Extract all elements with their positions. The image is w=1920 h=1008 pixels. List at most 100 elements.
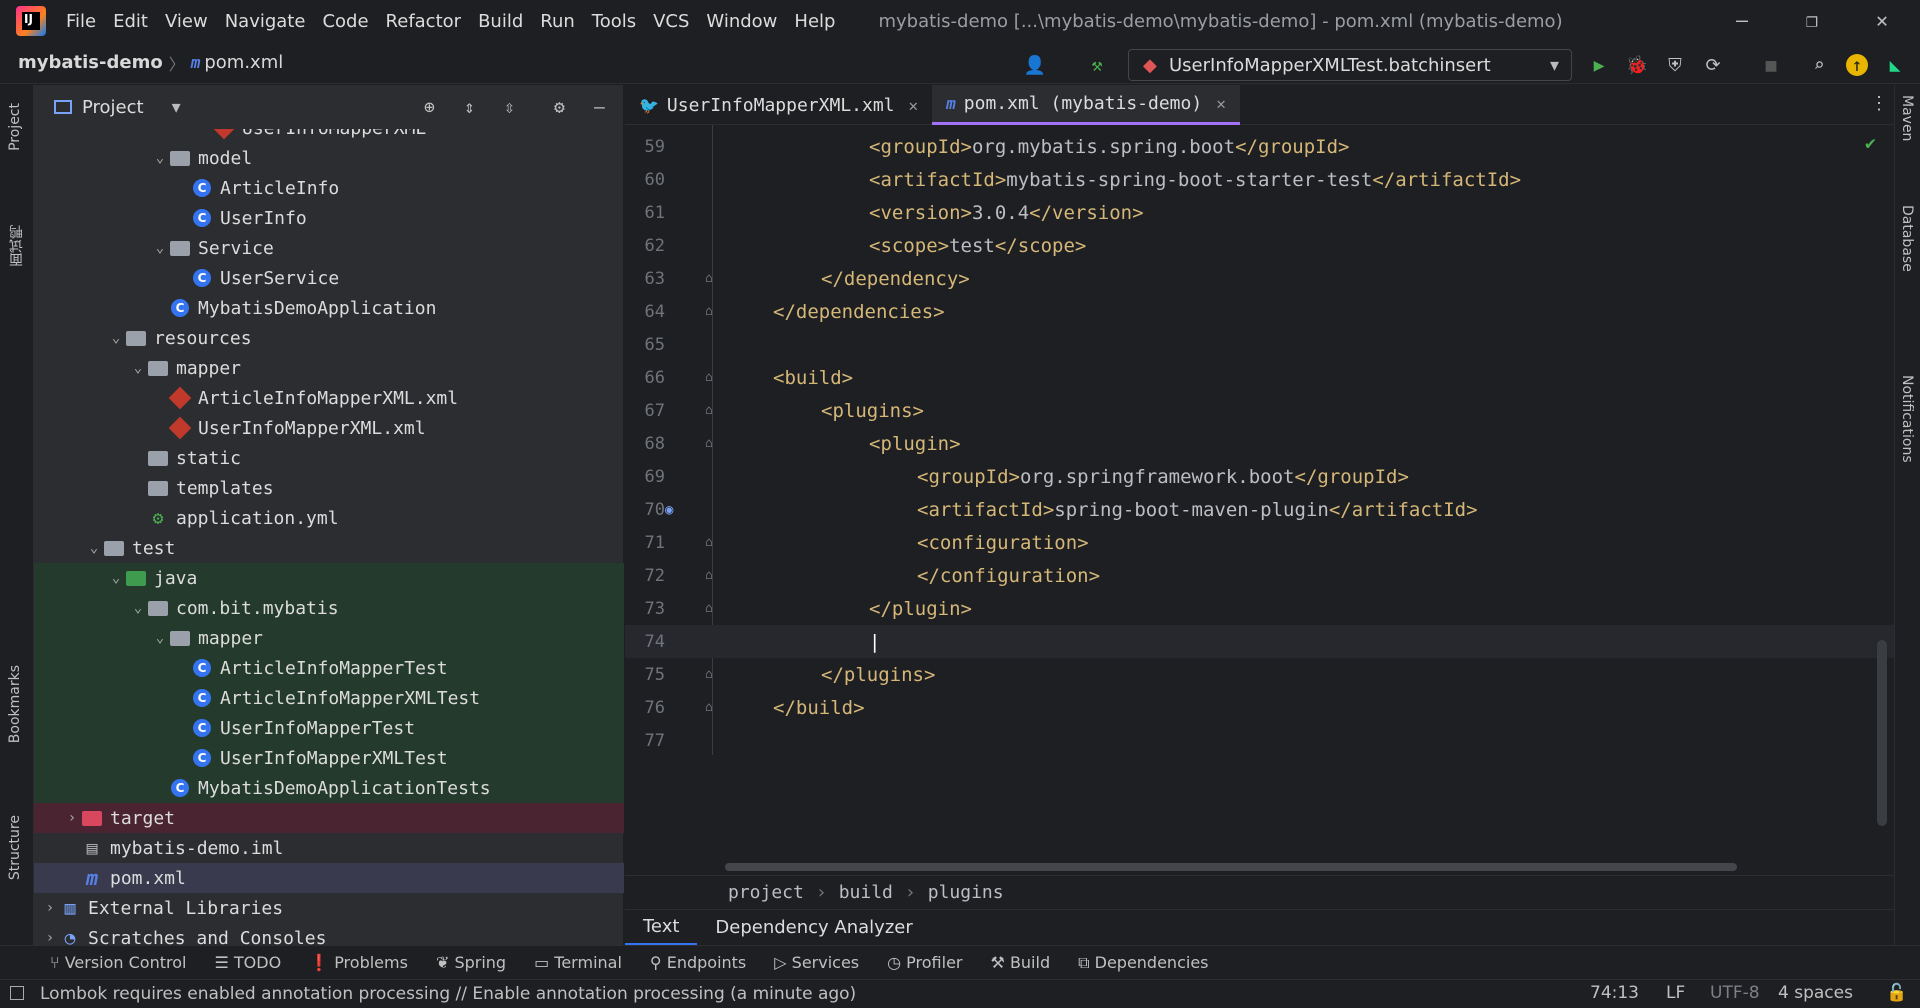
tree-row[interactable]: C ArticleInfo (34, 173, 624, 203)
breadcrumb-item[interactable]: plugins (928, 882, 1004, 903)
indent-setting[interactable]: 4 spaces (1778, 983, 1853, 1003)
tree-row[interactable]: › target (34, 803, 624, 833)
fold-marker-icon[interactable]: ⌂ (705, 535, 713, 550)
breadcrumb-project[interactable]: mybatis-demo (18, 52, 163, 73)
tree-row[interactable]: C UserInfoMapperTest (34, 713, 624, 743)
caret-position[interactable]: 74:13 (1590, 983, 1639, 1003)
project-panel-title[interactable]: Project (82, 97, 144, 118)
run-configuration-selector[interactable]: UserInfoMapperXMLTest.batchinsert ▾ ◆ (1128, 49, 1572, 81)
tree-row[interactable]: ⌄ Service (34, 233, 624, 263)
gutter-run-icon[interactable]: ◉ (665, 502, 673, 518)
menu-window[interactable]: Window (706, 11, 777, 32)
gear-icon[interactable]: ⚙ (554, 97, 565, 118)
tree-row[interactable]: ⚙ application.yml (34, 503, 624, 533)
breadcrumb-item[interactable]: build (839, 882, 893, 903)
tool-window-button[interactable]: ⚲ Endpoints (650, 953, 746, 972)
menu-refactor[interactable]: Refactor (386, 11, 462, 32)
expand-arrow-icon[interactable]: ⌄ (84, 540, 104, 556)
tree-row[interactable]: ⌄ java (34, 563, 624, 593)
tool-window-button[interactable]: ⧉ Dependencies (1078, 953, 1208, 973)
horizontal-scrollbar[interactable] (725, 863, 1737, 871)
collapse-all-icon[interactable]: ⇳ (504, 97, 515, 118)
expand-arrow-icon[interactable]: › (40, 930, 60, 945)
tool-window-button[interactable]: ▷ Services (774, 953, 859, 972)
tree-row[interactable]: › ◔ Scratches and Consoles (34, 923, 624, 946)
more-tabs-icon[interactable]: ⋮ (1870, 93, 1888, 114)
tree-row[interactable]: C ArticleInfoMapperTest (34, 653, 624, 683)
tree-row[interactable]: UserInfoMapperXML.xml (34, 413, 624, 443)
expand-arrow-icon[interactable]: ⌄ (150, 150, 170, 166)
fold-marker-icon[interactable]: ⌂ (705, 667, 713, 682)
menu-help[interactable]: Help (794, 11, 835, 32)
close-tab-icon[interactable]: ✕ (909, 96, 919, 115)
locate-icon[interactable]: ⊕ (424, 97, 435, 118)
pom-view-tab[interactable]: Dependency Analyzer (697, 910, 930, 946)
tree-row[interactable]: ⌄ test (34, 533, 624, 563)
tree-row[interactable]: › ▥ External Libraries (34, 893, 624, 923)
expand-all-icon[interactable]: ⇕ (464, 97, 475, 118)
expand-arrow-icon[interactable]: ⌄ (128, 600, 148, 616)
tree-row[interactable]: ⌄ model (34, 143, 624, 173)
menu-tools[interactable]: Tools (592, 11, 636, 32)
fold-marker-icon[interactable]: ⌂ (705, 271, 713, 286)
tree-row[interactable]: C MybatisDemoApplication (34, 293, 624, 323)
project-tool-button[interactable]: Project (7, 103, 23, 151)
debug-icon[interactable]: 🐞 (1626, 54, 1648, 76)
run-icon[interactable]: ▶ (1588, 54, 1610, 76)
update-icon[interactable]: ↑ (1846, 54, 1868, 76)
restore-icon[interactable]: ❐ (1806, 8, 1818, 32)
tree-row[interactable]: ▤ mybatis-demo.iml (34, 833, 624, 863)
menu-navigate[interactable]: Navigate (225, 11, 306, 32)
tree-row[interactable]: C UserInfo (34, 203, 624, 233)
status-message[interactable]: Lombok requires enabled annotation proce… (40, 984, 856, 1004)
code-view[interactable]: 59 <groupId>org.mybatis.spring.boot</grou… (625, 130, 1894, 755)
menu-build[interactable]: Build (478, 11, 523, 32)
fold-marker-icon[interactable]: ⌂ (705, 370, 713, 385)
chevron-down-icon[interactable]: ▾ (172, 97, 181, 118)
search-icon[interactable]: ⌕ (1808, 54, 1830, 76)
tree-row[interactable]: C MybatisDemoApplicationTests (34, 773, 624, 803)
database-tool-button[interactable]: Database (1899, 205, 1915, 272)
menu-run[interactable]: Run (540, 11, 575, 32)
expand-arrow-icon[interactable]: ⌄ (150, 630, 170, 646)
file-encoding[interactable]: UTF-8 (1710, 983, 1760, 1003)
breadcrumb-item[interactable]: project (728, 882, 804, 903)
tree-row[interactable]: UserInfoMapperXML (34, 129, 624, 143)
coverage-icon[interactable]: ⛨ (1664, 54, 1686, 76)
status-square-icon[interactable] (10, 986, 24, 1000)
tree-row[interactable]: ⌄ resources (34, 323, 624, 353)
plugin-tool-button[interactable]: 面试鸭 (7, 225, 27, 267)
tree-row[interactable]: C ArticleInfoMapperXMLTest (34, 683, 624, 713)
expand-arrow-icon[interactable]: › (40, 900, 60, 916)
tool-window-button[interactable]: ⑂ Version Control (50, 953, 186, 972)
tree-row[interactable]: ⌄ mapper (34, 623, 624, 653)
minimize-icon[interactable]: — (1736, 8, 1748, 32)
lock-icon[interactable]: 🔓 (1886, 983, 1907, 1003)
tool-window-button[interactable]: ❗ Problems (309, 953, 408, 972)
tree-row[interactable]: ArticleInfoMapperXML.xml (34, 383, 624, 413)
user-icon[interactable]: 👤 (1024, 54, 1046, 76)
tool-window-button[interactable]: ❦ Spring (436, 953, 506, 972)
tree-row[interactable]: C UserInfoMapperXMLTest (34, 743, 624, 773)
tool-window-button[interactable]: ⚒ Build (991, 953, 1051, 972)
fold-marker-icon[interactable]: ⌂ (705, 700, 713, 715)
expand-arrow-icon[interactable]: ⌄ (106, 330, 126, 346)
fold-marker-icon[interactable]: ⌂ (705, 436, 713, 451)
fold-marker-icon[interactable]: ⌂ (705, 601, 713, 616)
editor-tab[interactable]: m pom.xml (mybatis-demo) ✕ (932, 85, 1240, 125)
breadcrumb-file[interactable]: pom.xml (204, 52, 283, 73)
menu-edit[interactable]: Edit (113, 11, 148, 32)
tree-row[interactable]: C UserService (34, 263, 624, 293)
profile-icon[interactable]: ⟳ (1702, 54, 1724, 76)
expand-arrow-icon[interactable]: ⌄ (128, 360, 148, 376)
menu-code[interactable]: Code (322, 11, 368, 32)
build-hammer-icon[interactable]: ⚒ (1086, 54, 1108, 76)
tool-window-button[interactable]: ◷ Profiler (887, 953, 962, 972)
tree-row[interactable]: static (34, 443, 624, 473)
close-tab-icon[interactable]: ✕ (1216, 94, 1226, 113)
fold-marker-icon[interactable]: ⌂ (705, 568, 713, 583)
vertical-scrollbar[interactable] (1877, 640, 1887, 826)
pom-view-tab[interactable]: Text (625, 910, 698, 946)
tool-window-button[interactable]: ▭ Terminal (534, 953, 622, 972)
close-icon[interactable]: ✕ (1876, 8, 1888, 32)
